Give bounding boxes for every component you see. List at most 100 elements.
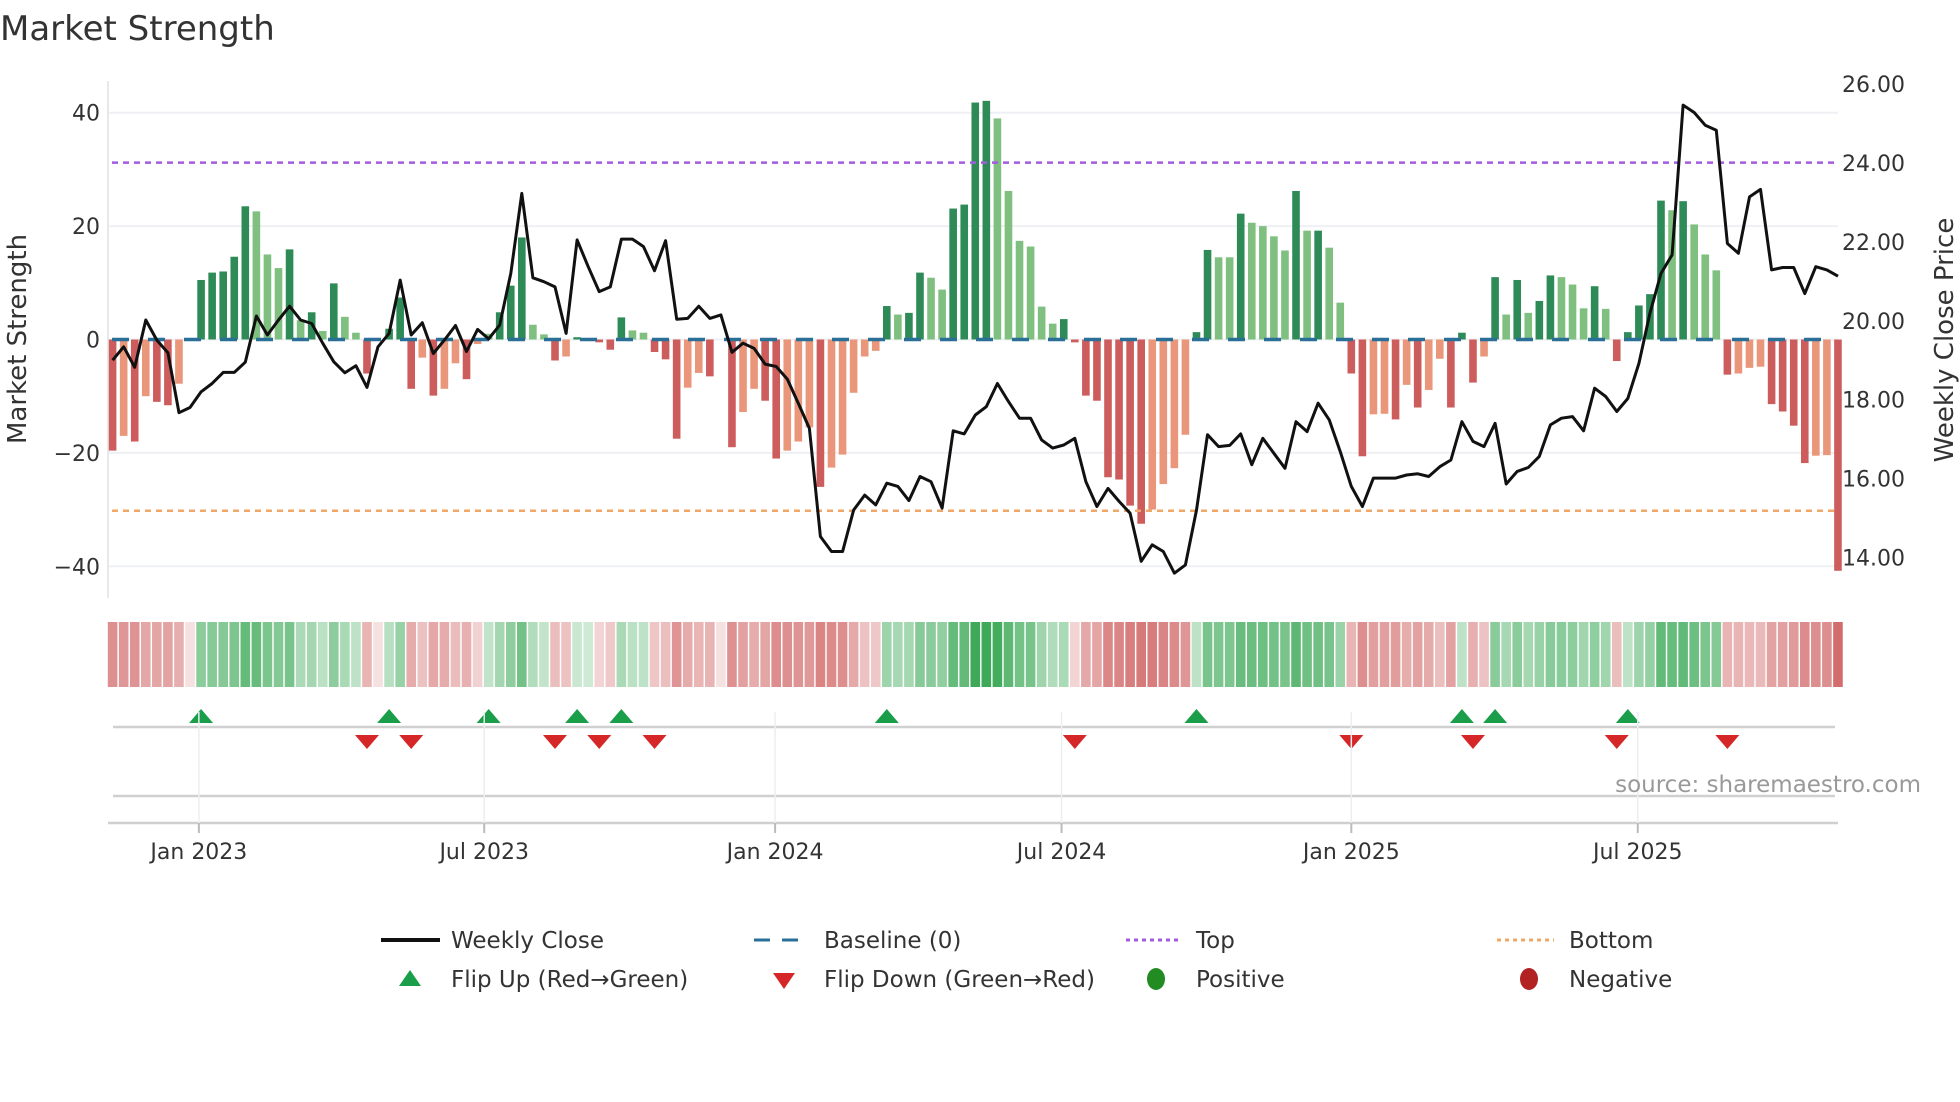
legend-bottom-label: Bottom [1569,928,1653,954]
heatmap-cell [716,622,726,687]
strength-bar [1812,339,1820,456]
heatmap-cell [384,622,394,687]
heatmap-cell [1623,622,1633,687]
heatmap-cell [1335,622,1346,687]
heatmap-cell [915,622,925,687]
strength-bar [1402,339,1411,385]
chart-title: Market Strength [0,9,275,49]
heatmap-cell [583,622,593,687]
heatmap-cell [1269,622,1279,687]
heatmap-cell [1545,622,1556,687]
strength-bar [1015,240,1024,340]
strength-bar [208,272,216,340]
strength-bar [1358,339,1367,457]
heatmap-cell [1811,622,1821,687]
heatmap-cell [1158,622,1169,687]
heatmap-cell [1423,622,1434,687]
heatmap-cell [1047,622,1058,687]
strength-bar [296,320,305,340]
heatmap-cell [660,622,671,687]
heatmap-cell [1169,622,1180,687]
strength-bar [639,332,648,340]
strength-bars [108,100,1842,571]
strength-bar [1800,339,1809,464]
strength-bar [860,339,869,357]
strength-bar [1048,323,1057,340]
heatmap-cell [1390,622,1401,687]
heatmap-cell [1346,622,1357,687]
heatmap-cell [118,622,129,687]
strength-bar [1590,286,1599,340]
strength-bar [141,339,150,397]
heatmap-cell [240,622,251,687]
strength-bar [1745,339,1754,368]
heatmap-cell [1501,622,1511,687]
heatmap-cell [550,622,560,687]
heatmap-cell [948,622,958,687]
heatmap-cell [262,622,273,687]
heatmap-cell [1457,622,1467,687]
legend-top-label: Top [1195,928,1235,954]
heatmap-cell [196,622,206,687]
heatmap-cell [129,622,140,687]
strength-bar [827,339,836,468]
heatmap-cell [1136,622,1146,687]
heatmap-cell [229,622,240,687]
heatmap-cell [1777,622,1788,687]
heatmap-cell [837,622,848,687]
strength-bar [1778,339,1787,412]
strength-bar [1059,319,1068,340]
flip-down-marker [1604,735,1629,749]
strength-bar [518,237,526,340]
strength-bar [993,118,1002,340]
heatmap-cell [1722,622,1733,687]
strength-bar [1314,230,1322,340]
strength-bar [849,339,858,393]
heatmap-cell [981,622,992,687]
heatmap-cell [505,622,516,687]
strength-bar [1137,339,1145,524]
heatmap-cell [1689,622,1699,687]
left-tick-label: −40 [54,555,100,580]
strength-bar [1424,339,1433,390]
heatmap-cell [317,622,328,687]
heatmap-cell [362,622,372,687]
heatmap-cell [1191,622,1202,687]
heatmap-cell [1700,622,1711,687]
strength-bar [1546,275,1555,340]
strength-bar [617,317,626,340]
heatmap-cell [1556,622,1567,687]
heatmap-cell [970,622,981,687]
strength-bar [1369,339,1378,415]
strength-bar [1170,339,1179,469]
strength-bar [1159,339,1168,485]
heatmap-cell [185,622,195,687]
strength-bar [761,339,769,401]
heatmap-cell [572,622,582,687]
strength-bar [1203,249,1212,340]
strength-bar [573,337,581,340]
right-tick-label: 16.00 [1842,468,1905,493]
strength-bar [949,208,957,340]
right-axis-ticks: 26.00 24.00 22.00 20.00 18.00 16.00 14.00 [1842,73,1905,571]
strength-bar [1126,339,1134,506]
strength-bar [330,283,338,340]
strength-bar [1535,300,1544,340]
strength-bar [219,271,227,340]
strength-bar [363,339,371,374]
flip-down-marker [642,735,667,749]
flip-up-marker [1449,709,1474,723]
heatmap-cell [793,622,804,687]
strength-bar [1270,236,1278,340]
heatmap-cell [406,622,417,687]
strength-bar [1579,308,1588,340]
flip-up-marker [874,709,899,723]
flip-up-marker [189,709,214,723]
strength-bar [661,339,670,360]
strength-bar [1247,222,1256,340]
flip-markers [189,709,1740,749]
heatmap-cell [1058,622,1069,687]
strength-bar [805,339,814,428]
strength-bar [1447,339,1455,408]
legend: Weekly Close Baseline (0) Top Bottom Fli… [381,928,1672,993]
